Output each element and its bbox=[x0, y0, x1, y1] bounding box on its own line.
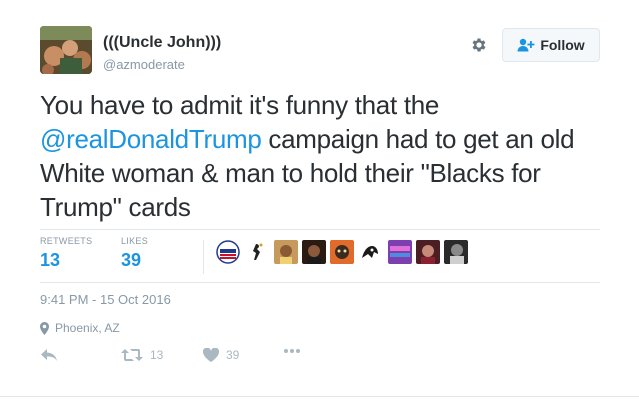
follow-person-icon bbox=[517, 38, 535, 52]
liker-photo bbox=[302, 240, 326, 264]
reply-icon bbox=[41, 349, 57, 361]
retweet-icon bbox=[121, 349, 143, 361]
liker-avatar[interactable] bbox=[358, 240, 382, 264]
liker-avatar[interactable] bbox=[444, 240, 468, 264]
liker-avatar[interactable] bbox=[330, 240, 354, 264]
follow-button-label: Follow bbox=[540, 37, 585, 53]
bottom-border bbox=[0, 396, 639, 397]
more-button[interactable] bbox=[283, 348, 301, 354]
liker-photo bbox=[330, 240, 354, 264]
author-fullname[interactable]: (((Uncle John))) bbox=[103, 34, 221, 52]
tweet-text-part: You have to admit it's funny that the bbox=[40, 90, 440, 120]
divider bbox=[40, 229, 600, 230]
liker-avatar[interactable] bbox=[246, 240, 270, 264]
retweets-stat[interactable]: RETWEETS 13 bbox=[40, 236, 92, 271]
mention-link[interactable]: @realDonaldTrump bbox=[40, 124, 262, 154]
gear-icon[interactable] bbox=[470, 36, 488, 54]
liker-avatar[interactable] bbox=[274, 240, 298, 264]
liker-avatar[interactable] bbox=[216, 240, 240, 264]
divider bbox=[40, 282, 600, 283]
liker-photo bbox=[444, 240, 468, 264]
liker-photo bbox=[274, 240, 298, 264]
liker-photo bbox=[358, 240, 382, 264]
liker-photo bbox=[388, 240, 412, 264]
author-username[interactable]: @azmoderate bbox=[103, 57, 185, 72]
likes-count: 39 bbox=[121, 250, 142, 270]
tweet-card: (((Uncle John))) @azmoderate Follow You … bbox=[0, 0, 639, 401]
avatar-image bbox=[40, 26, 92, 74]
silhouette-icon bbox=[246, 240, 270, 264]
reply-button[interactable] bbox=[40, 348, 58, 362]
tweet-location[interactable]: Phoenix, AZ bbox=[40, 321, 120, 335]
i-voted-sticker-icon bbox=[216, 240, 240, 264]
liker-avatar[interactable] bbox=[302, 240, 326, 264]
retweets-label: RETWEETS bbox=[40, 236, 93, 246]
like-button[interactable]: 39 bbox=[203, 348, 239, 362]
like-count: 39 bbox=[226, 348, 240, 362]
liker-avatar[interactable] bbox=[388, 240, 412, 264]
tweet-text: You have to admit it's funny that the @r… bbox=[40, 88, 610, 224]
heart-icon bbox=[203, 348, 219, 362]
follow-button[interactable]: Follow bbox=[502, 28, 600, 62]
stats-separator bbox=[203, 240, 204, 274]
retweet-count: 13 bbox=[150, 348, 164, 362]
more-icon bbox=[284, 349, 300, 353]
retweets-count: 13 bbox=[40, 250, 61, 270]
tweet-timestamp[interactable]: 9:41 PM - 15 Oct 2016 bbox=[40, 292, 171, 307]
location-label: Phoenix, AZ bbox=[55, 321, 120, 335]
location-pin-icon bbox=[40, 321, 49, 335]
likes-label: LIKES bbox=[121, 236, 149, 246]
retweet-button[interactable]: 13 bbox=[121, 348, 163, 362]
liker-avatar[interactable] bbox=[416, 240, 440, 264]
likes-stat[interactable]: LIKES 39 bbox=[121, 236, 148, 271]
liker-photo bbox=[416, 240, 440, 264]
author-avatar[interactable] bbox=[40, 26, 92, 74]
